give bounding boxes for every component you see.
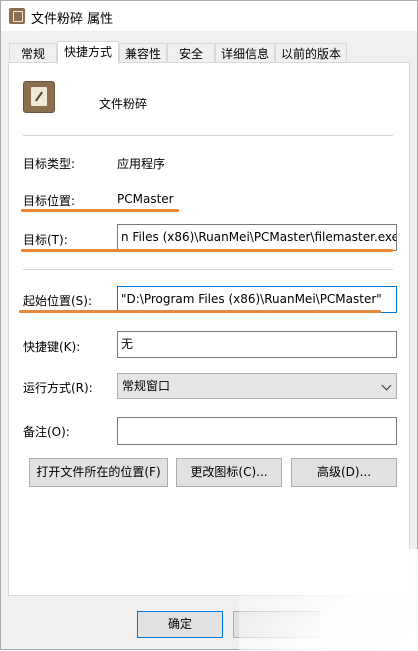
shortcut-panel: [8, 62, 410, 596]
shredder-app-icon: [9, 8, 25, 24]
comment-label: 备注(O):: [23, 425, 70, 439]
tab-security[interactable]: 安全: [167, 43, 215, 63]
tab-strip: 常规 快捷方式 兼容性 安全 详细信息 以前的版本: [1, 41, 417, 64]
watermark-fade: [239, 549, 418, 651]
run-select-value: 常规窗口: [122, 379, 171, 393]
hotkey-label: 快捷键(K):: [23, 340, 81, 354]
target-location-value: PCMaster: [117, 192, 174, 206]
advanced-button[interactable]: 高级(D)...: [291, 458, 397, 487]
target-location-label: 目标位置:: [23, 194, 76, 208]
separator: [23, 135, 393, 136]
start-in-field[interactable]: "D:\Program Files (x86)\RuanMei\PCMaster…: [117, 286, 397, 313]
target-field[interactable]: n Files (x86)\RuanMei\PCMaster\filemaste…: [117, 224, 397, 251]
window-title: 文件粉碎 属性: [31, 12, 114, 27]
run-select[interactable]: 常规窗口: [117, 373, 397, 399]
title-bar: 文件粉碎 属性: [1, 1, 417, 31]
properties-window: 文件粉碎 属性 常规 快捷方式 兼容性 安全 详细信息 以前的版本 文件粉碎 目…: [0, 0, 418, 651]
hotkey-field[interactable]: 无: [117, 331, 397, 358]
change-icon-button[interactable]: 更改图标(C)...: [176, 458, 282, 487]
separator: [23, 269, 393, 270]
annotation-underline: [21, 209, 179, 212]
target-type-label: 目标类型:: [23, 157, 76, 171]
open-file-location-button[interactable]: 打开文件所在的位置(F): [29, 458, 168, 487]
chevron-down-icon: [381, 380, 392, 391]
annotation-underline: [21, 249, 393, 252]
shredder-icon: [23, 81, 55, 113]
tab-general[interactable]: 常规: [9, 43, 57, 63]
ok-button[interactable]: 确定: [137, 611, 223, 638]
tab-shortcut[interactable]: 快捷方式: [57, 41, 119, 64]
start-in-label: 起始位置(S):: [23, 294, 93, 308]
shortcut-name: 文件粉碎: [99, 97, 148, 111]
annotation-underline: [19, 310, 381, 313]
target-type-value: 应用程序: [117, 157, 166, 171]
tab-compatibility[interactable]: 兼容性: [119, 43, 167, 63]
tab-previous-versions[interactable]: 以前的版本: [275, 43, 347, 63]
target-label: 目标(T):: [23, 233, 68, 247]
run-label: 运行方式(R):: [23, 381, 93, 395]
tab-details[interactable]: 详细信息: [215, 43, 275, 63]
comment-field[interactable]: [117, 417, 397, 445]
